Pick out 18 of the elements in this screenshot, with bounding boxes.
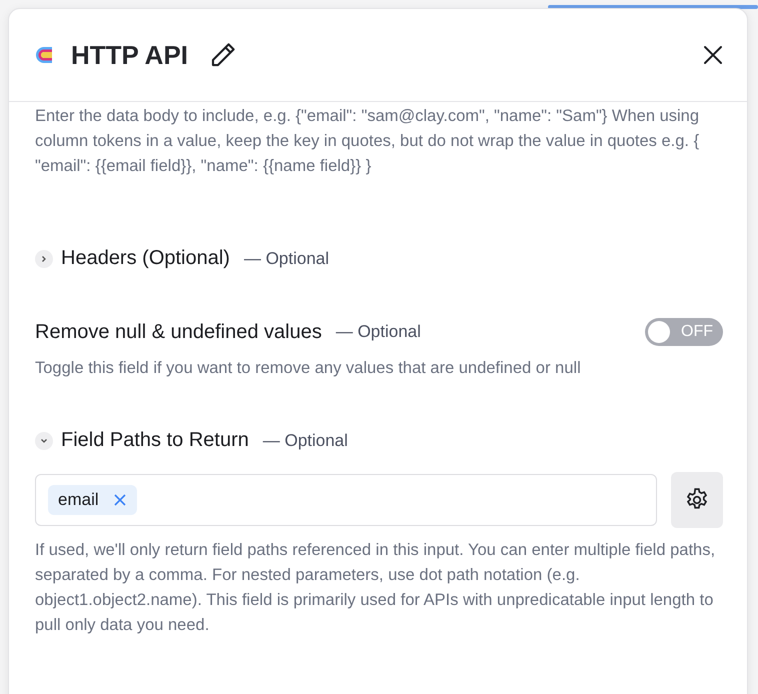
section-title: Remove null & undefined values xyxy=(35,320,322,344)
settings-button[interactable] xyxy=(671,472,723,528)
section-title: Field Paths to Return xyxy=(61,429,249,452)
field-description: Toggle this field if you want to remove any values that are undefined or null xyxy=(35,358,582,379)
section-title: Headers (Optional) xyxy=(61,247,230,270)
help-text: If used, we'll only return field paths referenced in this input. You can enter multiple field paths, separated by a comma. For nested parameters, use dot path notation (e.g. object1.object2.name). This field is primarily used for APIs with unpredicatable input length to pull only data you need. xyxy=(35,540,716,636)
panel-title: HTTP API xyxy=(71,40,188,70)
optional-label: — Optional xyxy=(262,430,348,450)
collapse-button[interactable] xyxy=(35,432,53,450)
logo-icon xyxy=(35,45,55,65)
optional-label: — Optional xyxy=(244,248,330,268)
optional-label: — Optional xyxy=(336,322,421,342)
tag-label: email xyxy=(58,490,99,510)
remove-tag-icon[interactable] xyxy=(112,493,127,507)
expand-button[interactable] xyxy=(35,250,53,268)
body-description: Enter the data body to include, e.g. {"email": "sam@clay.com", "name": "Sam"} When using column tokens in a value, keep the key in quotes, but do not wrap the value in quotes e.g. { "email": {{email field}}, "name": {{name field}} } xyxy=(35,106,700,177)
close-icon[interactable] xyxy=(703,45,723,65)
tag-input-field[interactable]: email xyxy=(35,474,657,526)
